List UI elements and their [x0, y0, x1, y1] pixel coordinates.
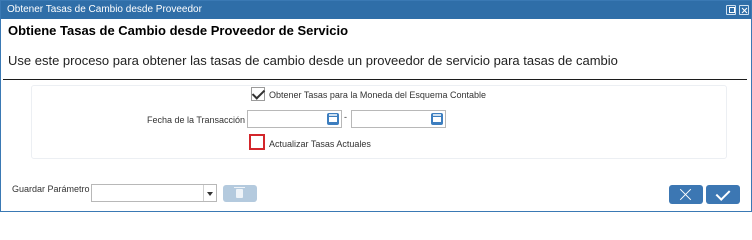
update-rates-checkbox[interactable] — [249, 134, 265, 150]
header-divider — [3, 79, 747, 80]
calendar-icon[interactable] — [327, 113, 339, 125]
process-dialog: Obtener Tasas de Cambio desde Proveedor … — [0, 0, 752, 212]
maximize-icon[interactable] — [726, 5, 736, 15]
title-bar: Obtener Tasas de Cambio desde Proveedor — [1, 1, 751, 19]
close-icon[interactable] — [739, 5, 749, 15]
chevron-down-icon[interactable] — [203, 185, 216, 201]
transaction-date-label: Fecha de la Transacción — [147, 115, 246, 125]
process-title: Obtiene Tasas de Cambio desde Proveedor … — [8, 23, 349, 38]
trash-icon — [234, 187, 245, 198]
update-rates-label: Actualizar Tasas Actuales — [269, 139, 371, 149]
currency-scheme-label: Obtener Tasas para la Moneda del Esquema… — [269, 90, 486, 100]
cancel-button[interactable] — [669, 185, 703, 204]
transaction-date-to-field[interactable] — [351, 110, 446, 128]
window-title: Obtener Tasas de Cambio desde Proveedor — [7, 4, 202, 15]
delete-parameter-button[interactable] — [223, 185, 257, 202]
calendar-icon[interactable] — [431, 113, 443, 125]
currency-scheme-checkbox[interactable] — [251, 87, 265, 101]
save-parameter-label: Guardar Parámetro — [12, 184, 90, 194]
transaction-date-from-field[interactable] — [247, 110, 342, 128]
save-parameter-select[interactable] — [91, 184, 217, 202]
ok-button[interactable] — [706, 185, 740, 204]
date-range-separator: - — [344, 112, 347, 122]
process-description: Use este proceso para obtener las tasas … — [8, 53, 618, 68]
